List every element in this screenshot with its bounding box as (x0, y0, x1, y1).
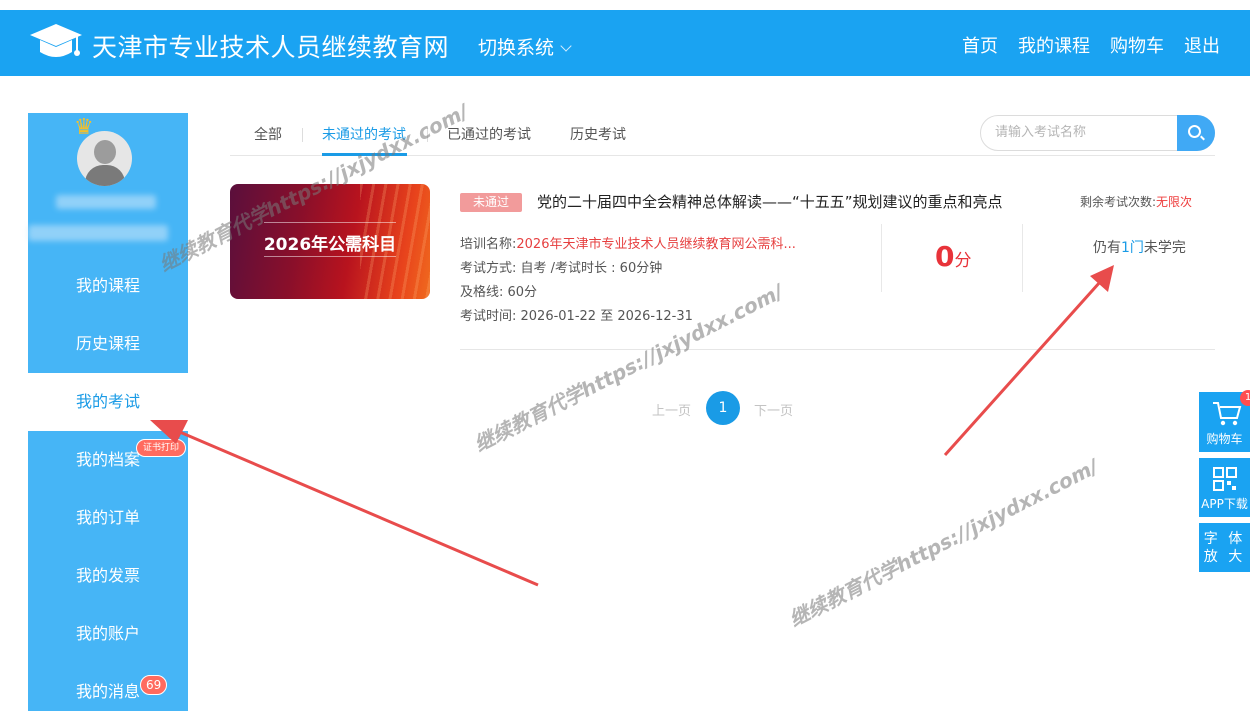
remaining-label: 剩余考试次数: (1080, 195, 1157, 209)
font-label-line2: 放 大 (1203, 549, 1246, 565)
sidebar-item-label: 我的账户 (76, 624, 141, 643)
nav-cart[interactable]: 购物车 (1110, 32, 1164, 58)
sidebar-item-my-exams[interactable]: 我的考试 (28, 373, 188, 431)
sidebar-item-label: 我的订单 (76, 508, 141, 527)
float-app-download-button[interactable]: APP下载 (1199, 458, 1250, 517)
exam-thumbnail[interactable]: 2026年公需科目 (230, 184, 430, 299)
unfinished-pre: 仍有 (1093, 240, 1121, 256)
sidebar-item-history-courses[interactable]: 历史课程 (28, 315, 188, 373)
sidebar-item-label: 我的课程 (76, 276, 141, 295)
sidebar-item-label: 历史课程 (76, 334, 141, 353)
tab-all[interactable]: 全部 (254, 124, 282, 144)
score-unit: 分 (954, 251, 972, 271)
graduation-cap-icon (30, 24, 82, 57)
sidebar-item-label: 我的考试 (76, 392, 141, 411)
arrow-head-icon (1090, 265, 1114, 292)
blurred-username (56, 195, 156, 209)
exam-score: 0分 (935, 240, 971, 273)
top-nav: 首页 我的课程 购物车 退出 (962, 32, 1220, 58)
tab-passed-exams[interactable]: 已通过的考试 (447, 124, 531, 144)
watermark: 继续教育代学https://jxjydxx.com/ (785, 454, 1103, 632)
thumbnail-title: 2026年公需科目 (263, 235, 397, 255)
qr-code-icon (1213, 467, 1237, 491)
sidebar: ♛ 我的课程 历史课程 我的考试 我的档案 证书打印 我的订单 我的发票 我的账户… (28, 113, 188, 711)
sidebar-item-label: 我的消息 (76, 682, 141, 701)
cart-count-badge: 1 (1240, 390, 1250, 406)
sidebar-item-label: 我的发票 (76, 566, 141, 585)
float-app-label: APP下载 (1201, 497, 1248, 511)
current-page-button[interactable]: 1 (706, 391, 740, 425)
float-cart-label: 购物车 (1206, 432, 1243, 446)
training-name: 培训名称:2026年天津市专业技术人员继续教育网公需科... (460, 233, 796, 252)
switch-system-label: 切换系统 (478, 37, 555, 59)
remaining-attempts: 剩余考试次数:无限次 (1080, 193, 1192, 210)
active-tab-underline (322, 153, 407, 156)
training-value[interactable]: 2026年天津市专业技术人员继续教育网公需科... (516, 237, 795, 252)
divider (881, 224, 882, 292)
float-cart-button[interactable]: 1 购物车 (1199, 390, 1250, 452)
sidebar-item-my-orders[interactable]: 我的订单 (28, 489, 188, 547)
blurred-userinfo (28, 225, 168, 241)
unfinished-post: 未学完 (1143, 240, 1186, 256)
divider (1022, 224, 1023, 292)
exam-search (980, 115, 1215, 151)
tab-failed-exams[interactable]: 未通过的考试 (322, 124, 406, 144)
sidebar-item-my-archive[interactable]: 我的档案 证书打印 (28, 431, 188, 489)
sidebar-item-label: 我的档案 (76, 450, 141, 469)
search-button[interactable] (1177, 115, 1215, 151)
float-font-enlarge-button[interactable]: 字 体 放 大 (1199, 523, 1250, 572)
exam-method: 考试方式: 自考 /考试时长 : 60分钟 (460, 261, 663, 276)
watermark: 继续教育代学https://jxjydxx.com/ (470, 279, 788, 457)
status-badge: 未通过 (460, 193, 522, 212)
passing-line: 及格线: 60分 (460, 285, 538, 300)
nav-home[interactable]: 首页 (962, 32, 998, 58)
chevron-down-icon (560, 40, 572, 52)
row-divider (460, 349, 1215, 350)
sidebar-item-my-messages[interactable]: 我的消息 69 (28, 663, 188, 711)
training-label: 培训名称: (460, 237, 517, 252)
prev-page-button[interactable]: 上一页 (652, 400, 691, 419)
next-page-button[interactable]: 下一页 (754, 400, 793, 419)
remaining-value: 无限次 (1156, 195, 1193, 209)
top-header: 天津市专业技术人员继续教育网 切换系统 首页 我的课程 购物车 退出 (0, 10, 1250, 76)
score-value: 0 (935, 240, 955, 273)
sidebar-menu: 我的课程 历史课程 我的考试 我的档案 证书打印 我的订单 我的发票 我的账户 我… (28, 257, 188, 711)
site-title: 天津市专业技术人员继续教育网 (92, 33, 450, 62)
tab-divider (427, 128, 428, 142)
certificate-print-badge[interactable]: 证书打印 (135, 439, 186, 457)
switch-system-dropdown[interactable]: 切换系统 (478, 33, 572, 60)
unfinished-courses-note: 仍有1门未学完 (1093, 237, 1186, 257)
message-count-badge: 69 (140, 675, 168, 695)
exam-time: 考试时间: 2026-01-22 至 2026-12-31 (460, 309, 693, 324)
font-label-line1: 字 体 (1203, 531, 1246, 547)
nav-logout[interactable]: 退出 (1184, 32, 1220, 58)
cart-icon (1213, 402, 1242, 426)
sidebar-item-my-invoices[interactable]: 我的发票 (28, 547, 188, 605)
sidebar-item-my-account[interactable]: 我的账户 (28, 605, 188, 663)
search-input[interactable] (995, 124, 1170, 139)
sidebar-item-my-courses[interactable]: 我的课程 (28, 257, 188, 315)
tab-history-exams[interactable]: 历史考试 (570, 124, 626, 144)
avatar[interactable] (77, 131, 132, 186)
unfinished-count-link[interactable]: 1门 (1121, 240, 1144, 256)
tab-divider (302, 128, 303, 142)
exam-title[interactable]: 党的二十届四中全会精神总体解读——“十五五”规划建议的重点和亮点 (537, 191, 1003, 212)
nav-my-courses[interactable]: 我的课程 (1018, 32, 1090, 58)
